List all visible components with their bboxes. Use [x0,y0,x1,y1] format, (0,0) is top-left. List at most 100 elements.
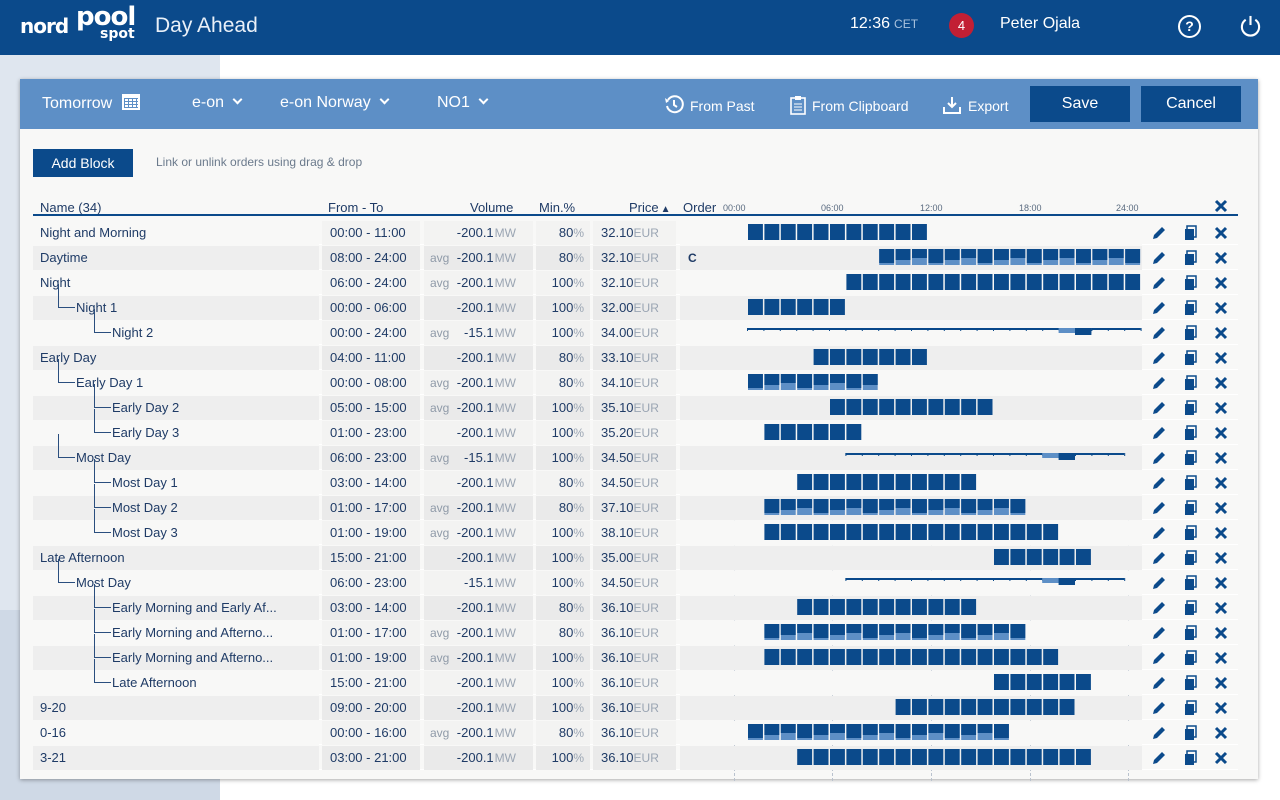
row-min-percent[interactable]: 100% [536,396,590,420]
copy-icon[interactable] [1182,375,1198,391]
row-min-percent[interactable]: 80% [536,246,590,270]
row-volume[interactable]: avg -200.1MW [424,496,533,520]
row-price[interactable]: 34.10EUR [593,371,676,395]
col-volume-header[interactable]: Volume [470,200,513,215]
row-time-range[interactable]: 00:00 - 08:00 [322,371,420,395]
company-dropdown[interactable]: e-on [192,94,243,112]
row-order-timeline[interactable] [680,596,1142,620]
copy-icon[interactable] [1182,325,1198,341]
copy-icon[interactable] [1182,600,1198,616]
col-price-header[interactable]: Price ▲ [629,200,671,215]
area-dropdown[interactable]: NO1 [437,94,489,112]
table-row[interactable]: Late Afternoon 15:00 - 21:00 -200.1MW 100% 3… [33,546,1238,570]
row-order-timeline[interactable] [680,496,1142,520]
row-min-percent[interactable]: 100% [536,446,590,470]
edit-icon[interactable] [1151,550,1167,566]
row-volume[interactable]: -200.1MW [424,546,533,570]
row-price[interactable]: 35.00EUR [593,546,676,570]
row-volume[interactable]: avg -15.1MW [424,446,533,470]
row-price[interactable]: 37.10EUR [593,496,676,520]
row-min-percent[interactable]: 80% [536,721,590,745]
delete-icon[interactable] [1213,350,1229,366]
table-row[interactable]: Most Day 1 03:00 - 14:00 -200.1MW 80% 34.50E… [33,459,1238,495]
copy-icon[interactable] [1182,700,1198,716]
delete-icon[interactable] [1213,575,1229,591]
row-name[interactable]: Early Day 3 [33,421,319,445]
copy-icon[interactable] [1182,300,1198,316]
nordpool-logo[interactable]: nord pool spot [20,2,136,48]
row-name[interactable]: Early Day 2 [33,396,319,420]
table-row[interactable]: 9-20 09:00 - 20:00 -200.1MW 100% 36.10EUR [33,696,1238,720]
row-name[interactable]: Early Morning and Afterno... [33,646,319,670]
edit-icon[interactable] [1151,425,1167,441]
copy-icon[interactable] [1182,450,1198,466]
date-selector[interactable]: Tomorrow [42,94,141,113]
row-order-timeline[interactable] [680,396,1142,420]
row-name[interactable]: 3-21 [33,746,319,770]
row-name[interactable]: Late Afternoon [33,671,319,695]
from-past-button[interactable]: From Past [664,95,755,115]
row-price[interactable]: 33.10EUR [593,346,676,370]
delete-icon[interactable] [1213,675,1229,691]
user-name[interactable]: Peter Ojala [1000,15,1080,33]
delete-icon[interactable] [1213,250,1229,266]
copy-icon[interactable] [1182,575,1198,591]
row-volume[interactable]: -200.1MW [424,696,533,720]
delete-icon[interactable] [1213,475,1229,491]
row-price[interactable]: 36.10EUR [593,596,676,620]
row-min-percent[interactable]: 100% [536,421,590,445]
row-volume[interactable]: -200.1MW [424,421,533,445]
row-name[interactable]: Night 1 [33,296,319,320]
row-order-timeline[interactable] [680,571,1142,595]
row-order-timeline[interactable] [680,471,1142,495]
row-price[interactable]: 35.10EUR [593,396,676,420]
col-min-header[interactable]: Min.% [539,200,575,215]
copy-icon[interactable] [1182,500,1198,516]
row-price[interactable]: 36.10EUR [593,696,676,720]
row-price[interactable]: 36.10EUR [593,671,676,695]
table-row[interactable]: Early Day 3 01:00 - 23:00 -200.1MW 100% 35.2… [33,409,1238,445]
edit-icon[interactable] [1151,675,1167,691]
row-price[interactable]: 36.10EUR [593,646,676,670]
row-volume[interactable]: -200.1MW [424,296,533,320]
row-order-timeline[interactable] [680,271,1142,295]
row-order-timeline[interactable] [680,296,1142,320]
row-price[interactable]: 35.20EUR [593,421,676,445]
row-min-percent[interactable]: 100% [536,646,590,670]
row-name[interactable]: Most Day 3 [33,521,319,545]
row-volume[interactable]: -15.1MW [424,571,533,595]
delete-icon[interactable] [1213,600,1229,616]
table-row[interactable]: Early Day 04:00 - 11:00 -200.1MW 80% 33.10EU… [33,346,1238,370]
row-volume[interactable]: -200.1MW [424,671,533,695]
row-name[interactable]: 9-20 [33,696,319,720]
row-order-timeline[interactable] [680,346,1142,370]
row-order-timeline[interactable] [680,221,1142,245]
copy-icon[interactable] [1182,275,1198,291]
row-time-range[interactable]: 01:00 - 23:00 [322,421,420,445]
table-row[interactable]: Late Afternoon 15:00 - 21:00 -200.1MW 100% 3… [33,659,1238,695]
row-min-percent[interactable]: 100% [536,521,590,545]
row-price[interactable]: 34.50EUR [593,471,676,495]
row-volume[interactable]: avg -200.1MW [424,271,533,295]
row-min-percent[interactable]: 80% [536,371,590,395]
delete-icon[interactable] [1213,625,1229,641]
row-name[interactable]: Early Day 1 [33,371,319,395]
power-icon[interactable] [1239,14,1262,38]
edit-icon[interactable] [1151,350,1167,366]
export-button[interactable]: Export [942,95,1008,115]
delete-icon[interactable] [1213,375,1229,391]
row-order-timeline[interactable]: C [680,246,1142,270]
row-volume[interactable]: -200.1MW [424,221,533,245]
edit-icon[interactable] [1151,225,1167,241]
row-order-timeline[interactable] [680,446,1142,470]
edit-icon[interactable] [1151,300,1167,316]
delete-icon[interactable] [1213,325,1229,341]
row-time-range[interactable]: 01:00 - 17:00 [322,621,420,645]
row-price[interactable]: 34.50EUR [593,446,676,470]
help-icon[interactable]: ? [1178,15,1201,38]
row-time-range[interactable]: 03:00 - 14:00 [322,596,420,620]
row-order-timeline[interactable] [680,746,1142,770]
calendar-icon[interactable] [122,94,141,110]
row-order-timeline[interactable] [680,546,1142,570]
row-volume[interactable]: avg -200.1MW [424,371,533,395]
